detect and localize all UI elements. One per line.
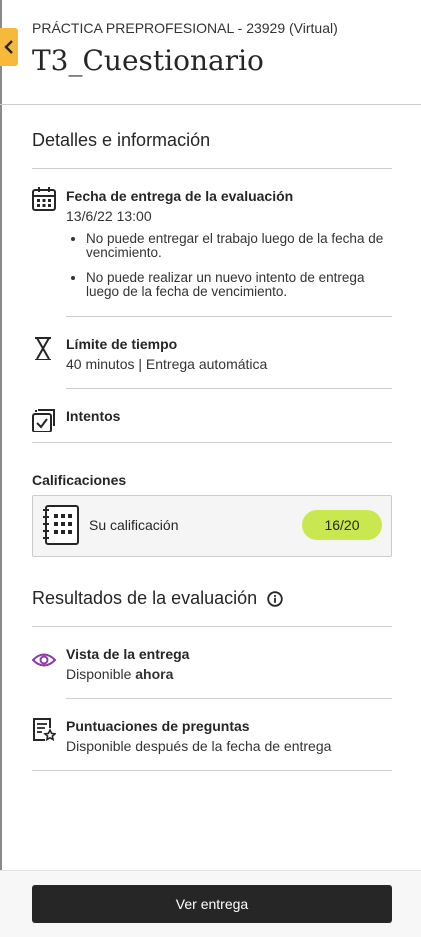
- question-scores-status: Disponible después de la fecha de entreg…: [66, 738, 332, 754]
- divider: [66, 316, 392, 317]
- view-submission-button[interactable]: Ver entrega: [32, 885, 392, 923]
- divider: [66, 388, 392, 389]
- submission-view-item: Vista de la entrega Disponible ahora: [32, 644, 392, 688]
- details-section-title: Detalles e información: [32, 130, 211, 150]
- panel-footer: Ver entrega: [0, 870, 421, 937]
- panel-header: PRÁCTICA PREPROFESIONAL - 23929 (Virtual…: [32, 0, 421, 104]
- question-scores-item: Puntuaciones de preguntas Disponible des…: [32, 716, 392, 760]
- header-divider: [0, 104, 421, 105]
- time-limit-label: Límite de tiempo: [66, 336, 178, 352]
- grade-label: Su calificación: [89, 517, 179, 533]
- grade-score-badge: 16/20: [302, 510, 382, 540]
- grades-section-label: Calificaciones: [32, 472, 127, 488]
- hourglass-icon: [35, 337, 51, 360]
- submission-view-status-prefix: Disponible: [66, 666, 132, 682]
- attempts-label: Intentos: [66, 408, 121, 424]
- due-date-item: Fecha de entrega de la evaluación 13/6/2…: [32, 186, 392, 306]
- divider: [66, 698, 392, 699]
- due-note: No puede entregar el trabajo luego de la…: [86, 232, 392, 260]
- divider: [32, 770, 392, 771]
- gradebook-icon: [43, 505, 79, 545]
- eye-icon: [32, 653, 56, 667]
- due-date-notes: No puede entregar el trabajo luego de la…: [66, 232, 392, 299]
- due-date-label: Fecha de entrega de la evaluación: [66, 188, 294, 204]
- submission-view-status-emphasis: ahora: [135, 666, 174, 682]
- attempts-icon: [32, 409, 55, 432]
- results-section-title: Resultados de la evaluación: [32, 588, 258, 608]
- divider: [32, 442, 392, 443]
- attempts-item: Intentos: [32, 406, 392, 436]
- page-title: T3_Cuestionario: [32, 44, 264, 77]
- submission-view-label: Vista de la entrega: [66, 646, 190, 662]
- calendar-icon: [32, 187, 56, 211]
- results-section-title-row: Resultados de la evaluación: [32, 588, 283, 609]
- info-icon[interactable]: [267, 590, 283, 607]
- question-scores-label: Puntuaciones de preguntas: [66, 718, 250, 734]
- due-date-value: 13/6/22 13:00: [66, 208, 152, 224]
- chevron-left-icon: [4, 40, 13, 54]
- divider: [32, 168, 392, 169]
- question-score-icon: [33, 718, 56, 742]
- divider: [32, 626, 392, 627]
- course-name: PRÁCTICA PREPROFESIONAL - 23929 (Virtual…: [32, 20, 338, 36]
- submission-view-status: Disponible ahora: [66, 664, 392, 684]
- background-panel-edge: [0, 0, 2, 936]
- grade-card[interactable]: Su calificación 16/20: [32, 495, 392, 557]
- back-button[interactable]: [0, 28, 18, 66]
- time-limit-item: Límite de tiempo 40 minutos | Entrega au…: [32, 334, 392, 378]
- due-note: No puede realizar un nuevo intento de en…: [86, 271, 392, 299]
- time-limit-value: 40 minutos | Entrega automática: [66, 356, 268, 372]
